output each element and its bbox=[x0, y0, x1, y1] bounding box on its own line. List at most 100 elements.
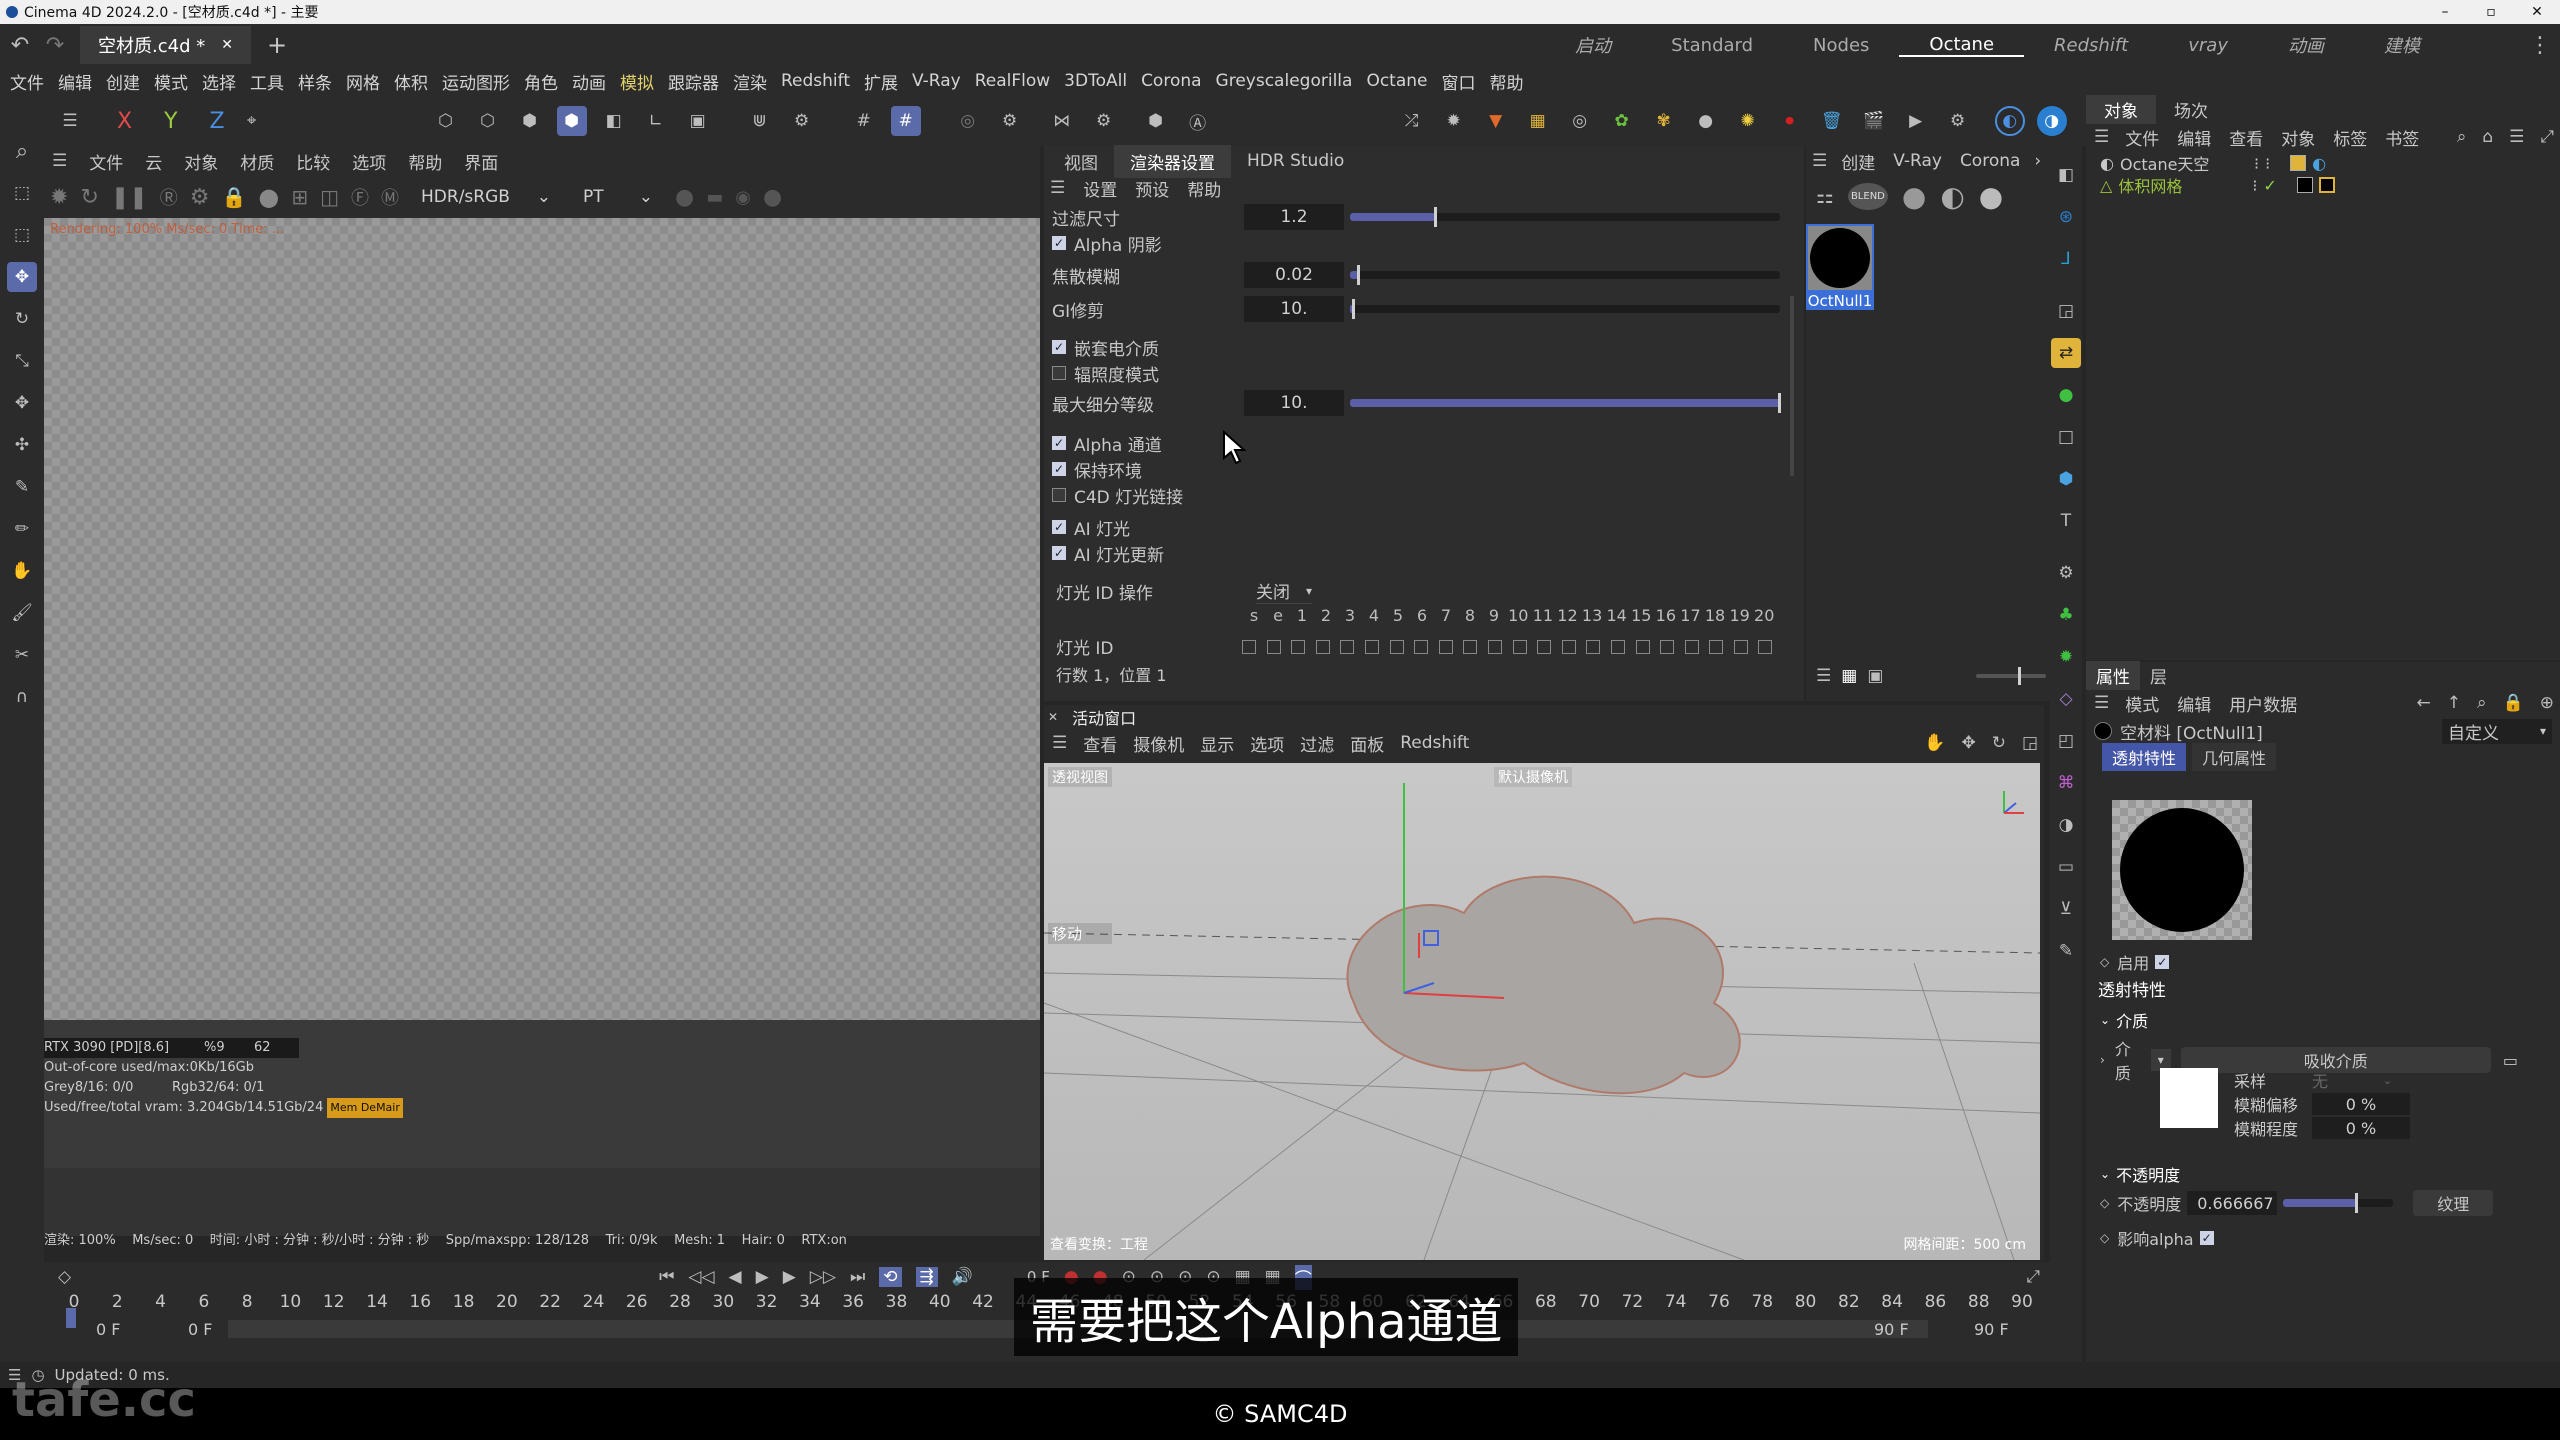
rotate-tool-icon[interactable]: ↻ bbox=[7, 304, 37, 334]
hamburger-icon[interactable]: ☰ bbox=[1052, 733, 1067, 753]
render-setting-value-field[interactable]: 10. bbox=[1244, 296, 1344, 322]
octane-settings-icon[interactable]: ✹ bbox=[1439, 106, 1469, 136]
play-icon[interactable]: ▶ bbox=[756, 1267, 769, 1287]
spline-sketch-icon[interactable]: ✏ bbox=[7, 514, 37, 544]
maximize-button[interactable]: ▫ bbox=[2468, 4, 2514, 20]
paint-icon[interactable]: 🖌 bbox=[7, 598, 37, 628]
home-icon[interactable]: ⌂ bbox=[2482, 127, 2493, 147]
light-id-checkbox[interactable] bbox=[1610, 639, 1625, 654]
material-tag-icon[interactable] bbox=[2318, 177, 2335, 193]
camera-snapshot-icon[interactable]: ◉ bbox=[735, 187, 751, 208]
menu-item[interactable]: 选择 bbox=[202, 69, 236, 94]
render-settings-menu-item[interactable]: 设置 bbox=[1083, 176, 1117, 201]
menu-item[interactable]: V-Ray bbox=[912, 71, 961, 91]
live-viewer-menu-item[interactable]: 帮助 bbox=[408, 149, 442, 174]
menu-item[interactable]: Greyscalegorilla bbox=[1216, 71, 1353, 91]
medium-color-swatch[interactable] bbox=[2160, 1068, 2218, 1128]
live-viewer-menu-item[interactable]: 云 bbox=[145, 149, 162, 174]
camera-icon[interactable]: ⏺ bbox=[1775, 106, 1805, 136]
render-setting-checkbox[interactable]: ✓ bbox=[1052, 340, 1066, 354]
close-tab-icon[interactable]: ✕ bbox=[221, 37, 233, 53]
visibility-dots-icon[interactable]: ⁝ bbox=[2254, 154, 2259, 173]
render-setting-slider[interactable] bbox=[1350, 207, 1780, 227]
target-icon[interactable]: ◎ bbox=[1565, 106, 1595, 136]
blur-amount-field[interactable]: 0 % bbox=[2312, 1117, 2410, 1139]
sync-icon[interactable]: ⇶ bbox=[915, 1267, 938, 1287]
chevron-right-icon[interactable]: › bbox=[2100, 1053, 2105, 1067]
menu-item[interactable]: 网格 bbox=[346, 69, 380, 94]
current-frame-field[interactable]: 0 F bbox=[188, 1320, 212, 1339]
material-menu-item[interactable]: Corona bbox=[1960, 151, 2020, 171]
layout-tab[interactable]: Nodes bbox=[1783, 35, 1899, 56]
render-setting-slider[interactable] bbox=[1350, 299, 1780, 319]
octane-cloner-icon[interactable]: ♣ bbox=[2051, 600, 2081, 630]
render-region-icon[interactable]: ▦ bbox=[1523, 106, 1553, 136]
go-end-icon[interactable]: ⏭ bbox=[850, 1267, 865, 1287]
menu-item[interactable]: 体积 bbox=[394, 69, 428, 94]
light-id-checkbox[interactable] bbox=[1561, 639, 1576, 654]
light-id-checkbox[interactable] bbox=[1537, 639, 1552, 654]
next-key-icon[interactable]: ▷▷ bbox=[810, 1267, 836, 1287]
layout-tab[interactable]: 启动 bbox=[1545, 32, 1641, 58]
snap-settings-icon[interactable]: ⚙ bbox=[787, 106, 817, 136]
light-id-checkbox[interactable] bbox=[1242, 639, 1256, 654]
menu-item[interactable]: Corona bbox=[1141, 71, 1201, 91]
menu-item[interactable]: 样条 bbox=[298, 69, 332, 94]
material-menu-item[interactable]: V-Ray bbox=[1893, 151, 1942, 171]
light-id-checkbox[interactable] bbox=[1266, 639, 1281, 654]
restart-render-icon[interactable]: ↻ bbox=[80, 185, 98, 210]
render-settings-tab[interactable]: HDR Studio bbox=[1231, 147, 1360, 175]
redo-icon[interactable]: ↷ bbox=[40, 33, 70, 58]
opacity-slider[interactable] bbox=[2283, 1193, 2394, 1213]
render-setting-checkbox[interactable]: ✓ bbox=[1052, 520, 1066, 534]
channel-icon[interactable]: ● bbox=[675, 185, 694, 210]
object-manager-menu-item[interactable]: 对象 bbox=[2281, 125, 2315, 150]
light-id-checkbox[interactable] bbox=[1586, 639, 1601, 654]
render-setting-checkbox[interactable]: ✓ bbox=[1052, 546, 1066, 560]
film-mode-icon[interactable]: Ⓕ bbox=[351, 184, 369, 210]
object-tree-item[interactable]: ◐ Octane天空 ⁝ ⁝ ◐ bbox=[2100, 152, 2560, 175]
octane-viewport-icon[interactable]: ◲ bbox=[2051, 296, 2081, 326]
live-viewer-menu-item[interactable]: 界面 bbox=[464, 149, 498, 174]
material-tag-icon[interactable] bbox=[2296, 177, 2313, 193]
light-id-checkbox[interactable] bbox=[1389, 639, 1404, 654]
attribute-tab[interactable]: 层 bbox=[2140, 661, 2177, 690]
selection-filter-icon[interactable]: ☰ bbox=[55, 106, 85, 136]
magnet-icon[interactable]: ∩ bbox=[7, 682, 37, 712]
render-setting-checkbox[interactable]: ✓ bbox=[1052, 436, 1066, 450]
render-setting-value-field[interactable]: 0.02 bbox=[1244, 262, 1344, 288]
symmetry-icon[interactable]: ⋈ bbox=[1047, 106, 1077, 136]
texture-mode-icon[interactable]: ▣ bbox=[683, 106, 713, 136]
color-space-select[interactable]: HDR/sRGB ⌄ bbox=[411, 184, 562, 210]
enable-checkbox[interactable]: ✓ bbox=[2155, 955, 2170, 969]
camera-label[interactable]: 默认摄像机 bbox=[1494, 767, 1572, 787]
model-mode-icon[interactable]: ⬢ bbox=[556, 106, 587, 136]
live-viewer-menu-item[interactable]: 选项 bbox=[352, 149, 386, 174]
octane-bend-icon[interactable]: ◑ bbox=[2051, 810, 2081, 840]
octane-hook-icon[interactable]: ⅃ bbox=[2051, 244, 2081, 274]
octane-cube-icon[interactable]: ⬢ bbox=[2051, 464, 2081, 494]
render-setting-checkbox[interactable] bbox=[1052, 366, 1066, 380]
maximize-view-icon[interactable]: ◲ bbox=[2022, 733, 2038, 753]
search-icon[interactable]: ⌕ bbox=[2457, 127, 2467, 147]
keyframe-diamond-icon[interactable]: ◇ bbox=[58, 1267, 71, 1287]
end-frame-field-2[interactable]: 90 F bbox=[1974, 1320, 2009, 1339]
render-to-picture-icon[interactable]: ▼ bbox=[1481, 106, 1511, 136]
attribute-subtab[interactable]: 透射特性 bbox=[2102, 743, 2187, 771]
affect-alpha-checkbox[interactable]: ✓ bbox=[2199, 1231, 2214, 1245]
viewport-menu-item[interactable]: 面板 bbox=[1350, 731, 1384, 756]
cloner-icon[interactable]: ✿ bbox=[1607, 106, 1637, 136]
render-setting-checkbox[interactable]: ✓ bbox=[1052, 236, 1066, 250]
live-viewer-menu-item[interactable]: 材质 bbox=[240, 149, 274, 174]
octane-field-icon[interactable]: ◰ bbox=[2051, 726, 2081, 756]
menu-item[interactable]: 运动图形 bbox=[442, 69, 510, 94]
light-id-checkbox[interactable] bbox=[1291, 639, 1306, 654]
scale-tool-icon[interactable]: ⤡ bbox=[7, 346, 37, 376]
render-setting-value-field[interactable]: 10. bbox=[1244, 390, 1344, 416]
hamburger-icon[interactable]: ☰ bbox=[2094, 127, 2109, 147]
render-preview-area[interactable]: Rendering: 100% Ms/sec: 0 Time: ... RTX … bbox=[44, 218, 1040, 1168]
add-region-icon[interactable]: ⊞ bbox=[291, 185, 308, 209]
enabled-check-icon[interactable]: ✓ bbox=[2263, 176, 2276, 195]
octane-toggle-icon[interactable]: ◑ bbox=[2036, 106, 2067, 136]
viewport-menu-item[interactable]: 摄像机 bbox=[1133, 731, 1184, 756]
